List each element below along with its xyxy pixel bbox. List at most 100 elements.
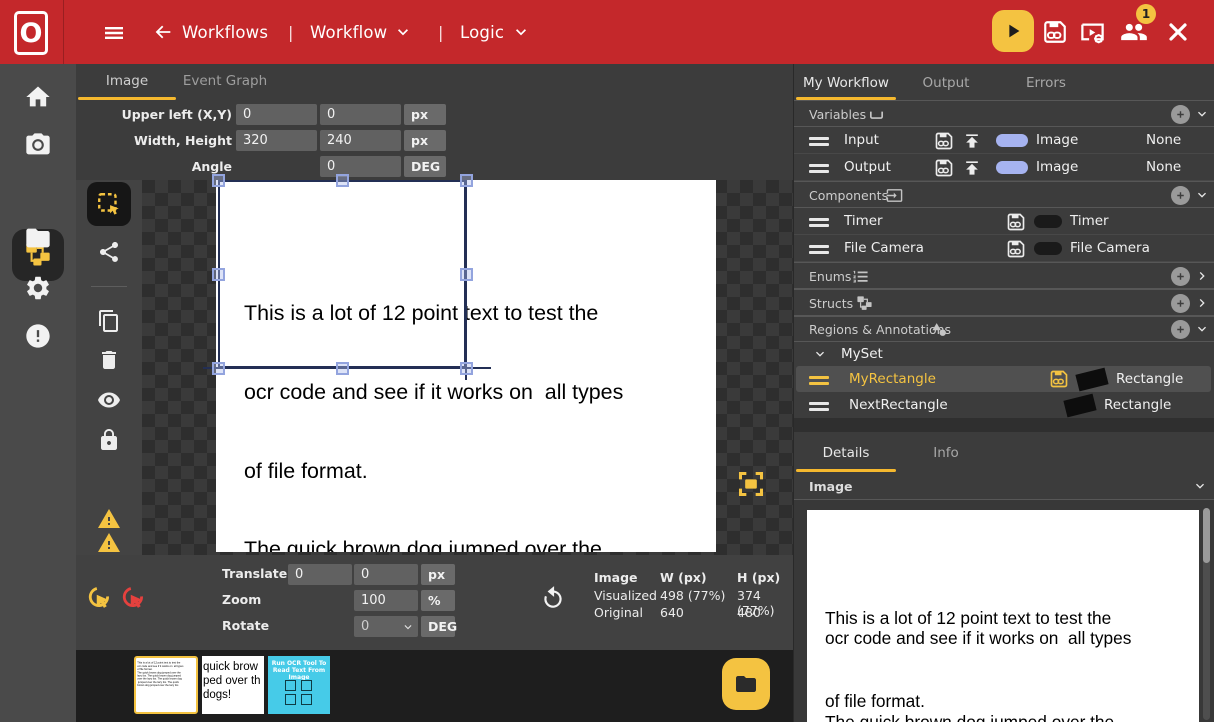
collapse-variables-chevron[interactable] — [1194, 106, 1210, 122]
preview-scrollbar-thumb[interactable] — [1203, 508, 1210, 563]
copy-icon[interactable] — [97, 309, 121, 333]
drag-handle-icon[interactable] — [809, 137, 829, 149]
drag-handle-icon[interactable] — [809, 245, 829, 257]
selection-handle-w[interactable] — [212, 268, 225, 281]
tab-details[interactable]: Details — [796, 445, 896, 461]
section-enums[interactable]: Enums — [794, 262, 1214, 289]
close-icon[interactable] — [1166, 20, 1190, 44]
tab-event-graph[interactable]: Event Graph — [176, 73, 274, 89]
expand-enums-chevron[interactable] — [1194, 268, 1210, 284]
delete-icon[interactable] — [97, 348, 121, 372]
publish-icon[interactable] — [962, 131, 982, 151]
lock-icon[interactable] — [97, 428, 121, 452]
collapse-components-chevron[interactable] — [1194, 187, 1210, 203]
selection-handle-n[interactable] — [336, 174, 349, 187]
sidebar-item-camera[interactable] — [24, 131, 52, 159]
save-link-icon[interactable] — [1042, 19, 1068, 45]
run-workflow-button[interactable] — [992, 10, 1034, 52]
preview-image[interactable]: This is a lot of 12 point text to test t… — [807, 510, 1199, 722]
height-input[interactable]: 240 — [320, 130, 401, 151]
add-component-button[interactable] — [1171, 186, 1190, 205]
expand-structs-chevron[interactable] — [1194, 295, 1210, 311]
angle-input[interactable]: 0 — [320, 156, 401, 177]
add-region-button[interactable] — [1171, 320, 1190, 339]
drag-handle-icon[interactable] — [809, 402, 829, 414]
warning-icon-2[interactable] — [97, 531, 121, 555]
rotate-select[interactable]: 0 — [354, 616, 418, 637]
marquee-select-tool-active[interactable] — [87, 182, 131, 226]
hamburger-menu-icon[interactable] — [102, 21, 126, 45]
tab-image[interactable]: Image — [78, 73, 176, 89]
add-enum-button[interactable] — [1171, 267, 1190, 286]
drag-handle-icon[interactable] — [809, 376, 829, 388]
reset-view-icon[interactable] — [540, 585, 566, 611]
tab-my-workflow[interactable]: My Workflow — [796, 75, 896, 91]
header-divider — [63, 0, 64, 64]
sidebar-item-alerts[interactable] — [24, 322, 52, 350]
selection-handle-e[interactable] — [460, 268, 473, 281]
save-link-icon[interactable] — [1006, 239, 1026, 259]
region-type: Rectangle — [1104, 392, 1171, 418]
visibility-icon[interactable] — [97, 388, 121, 412]
add-struct-button[interactable] — [1171, 294, 1190, 313]
collapse-image-chevron[interactable] — [1192, 478, 1208, 494]
translate-x-input[interactable]: 0 — [288, 564, 352, 585]
drag-handle-icon[interactable] — [809, 164, 829, 176]
region-selection-rectangle[interactable] — [218, 180, 466, 368]
record-click-red-icon[interactable] — [121, 585, 147, 611]
video-settings-icon[interactable] — [1079, 19, 1106, 46]
save-link-icon[interactable] — [1006, 212, 1026, 232]
drag-handle-icon[interactable] — [809, 218, 829, 230]
component-row-timer[interactable]: Timer Timer — [794, 208, 1214, 235]
selection-handle-nw[interactable] — [212, 174, 225, 187]
selection-handle-ne[interactable] — [460, 174, 473, 187]
sidebar-item-files[interactable] — [24, 224, 52, 252]
size-label: Width, Height — [96, 130, 232, 151]
variable-row-output[interactable]: Output Image None — [794, 154, 1214, 181]
thumbnail-1-selected[interactable]: This is a lot of 12 point text to test t… — [134, 656, 198, 714]
section-components[interactable]: Components — [794, 181, 1214, 208]
section-structs[interactable]: Structs — [794, 289, 1214, 316]
share-nodes-icon[interactable] — [97, 240, 121, 264]
tab-info[interactable]: Info — [896, 445, 996, 461]
selection-handle-s[interactable] — [336, 362, 349, 375]
upper-left-x-input[interactable]: 0 — [236, 104, 317, 125]
upper-left-y-input[interactable]: 0 — [320, 104, 401, 125]
component-row-file-camera[interactable]: File Camera File Camera — [794, 235, 1214, 262]
selection-handle-se[interactable] — [460, 362, 473, 375]
preview-scrollbar[interactable] — [1203, 508, 1210, 720]
collapse-regions-chevron[interactable] — [1194, 321, 1210, 337]
add-variable-button[interactable] — [1171, 105, 1190, 124]
variable-row-input[interactable]: Input Image None — [794, 127, 1214, 154]
zoom-input[interactable]: 100 — [354, 590, 418, 611]
sidebar-item-home[interactable] — [24, 83, 52, 111]
translate-y-input[interactable]: 0 — [354, 564, 418, 585]
section-variables[interactable]: Variables — [794, 100, 1214, 127]
tab-output[interactable]: Output — [896, 75, 996, 91]
section-image-preview[interactable]: Image — [794, 472, 1214, 500]
tab-errors[interactable]: Errors — [996, 75, 1096, 91]
section-regions-annotations[interactable]: Regions & Annotations — [794, 316, 1214, 342]
save-link-icon[interactable] — [934, 131, 954, 151]
thumbnail-2[interactable]: quick brow ped over th dogs! — [202, 656, 264, 714]
open-folder-button[interactable] — [722, 658, 770, 710]
save-link-icon[interactable] — [1049, 369, 1069, 389]
width-input[interactable]: 320 — [236, 130, 317, 151]
publish-icon[interactable] — [962, 158, 982, 178]
save-link-icon[interactable] — [934, 158, 954, 178]
selection-handle-sw[interactable] — [212, 362, 225, 375]
collapse-set-chevron[interactable] — [812, 346, 828, 362]
enums-label: Enums — [809, 269, 851, 284]
breadcrumb-workflows[interactable]: Workflows — [182, 0, 268, 64]
fit-to-screen-icon[interactable] — [737, 470, 765, 498]
workflow-menu[interactable]: Workflow — [310, 0, 413, 64]
region-row-myrectangle-selected[interactable]: MyRectangle Rectangle — [796, 366, 1211, 392]
thumbnail-3[interactable]: Run OCR Tool To Read Text From Image — [268, 656, 330, 714]
warning-icon-1[interactable] — [97, 507, 121, 531]
logic-menu[interactable]: Logic — [460, 0, 531, 64]
record-click-yellow-icon[interactable] — [87, 585, 113, 611]
sidebar-item-settings[interactable] — [24, 274, 52, 302]
back-arrow-icon[interactable] — [152, 21, 174, 43]
region-row-nextrectangle[interactable]: NextRectangle Rectangle — [794, 392, 1214, 418]
region-set-row[interactable]: MySet — [794, 342, 1214, 366]
